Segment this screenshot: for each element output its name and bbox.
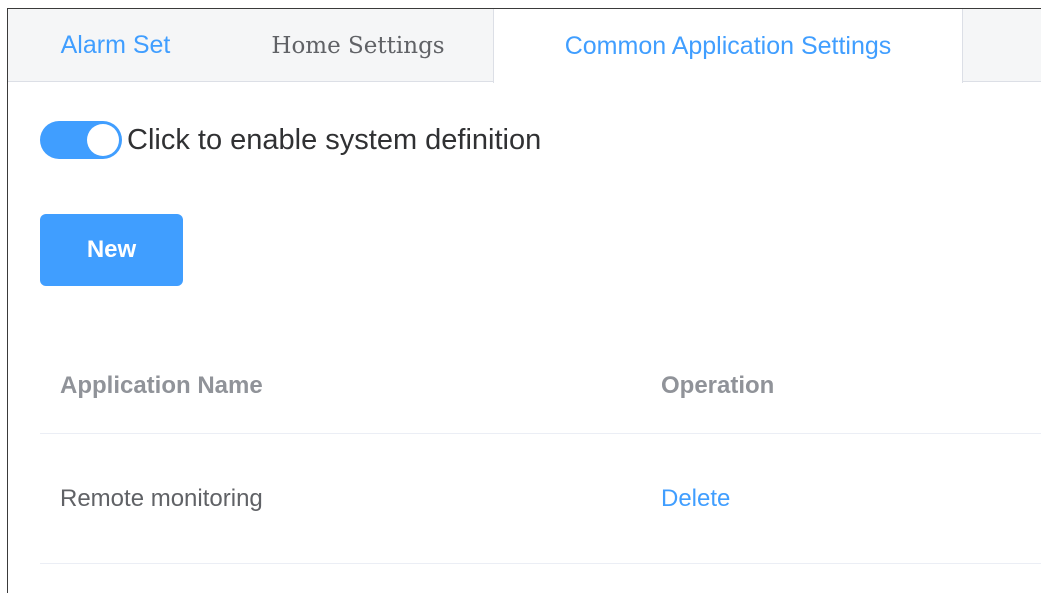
application-table: Application Name Operation Remote monito… <box>40 339 1041 564</box>
system-definition-toggle-row: Click to enable system definition <box>40 121 541 159</box>
table-header: Application Name Operation <box>40 339 1041 434</box>
delete-link[interactable]: Delete <box>661 485 730 513</box>
new-button[interactable]: New <box>40 214 183 286</box>
operation-cell: Delete <box>661 434 730 563</box>
tab-bar: Alarm Set Home Settings Common Applicati… <box>8 9 1041 83</box>
tab-alarm-set[interactable]: Alarm Set <box>8 9 223 82</box>
application-name-cell: Remote monitoring <box>60 484 263 512</box>
table-row: Remote monitoring Delete <box>40 434 1041 564</box>
header-operation: Operation <box>661 372 775 399</box>
tab-common-application-settings[interactable]: Common Application Settings <box>493 9 963 83</box>
system-definition-switch[interactable] <box>40 121 122 159</box>
switch-knob <box>87 124 119 156</box>
settings-panel: Alarm Set Home Settings Common Applicati… <box>7 8 1041 593</box>
toggle-label: Click to enable system definition <box>127 123 542 156</box>
header-application-name: Application Name <box>60 372 263 399</box>
tab-home-settings[interactable]: Home Settings <box>223 9 493 82</box>
